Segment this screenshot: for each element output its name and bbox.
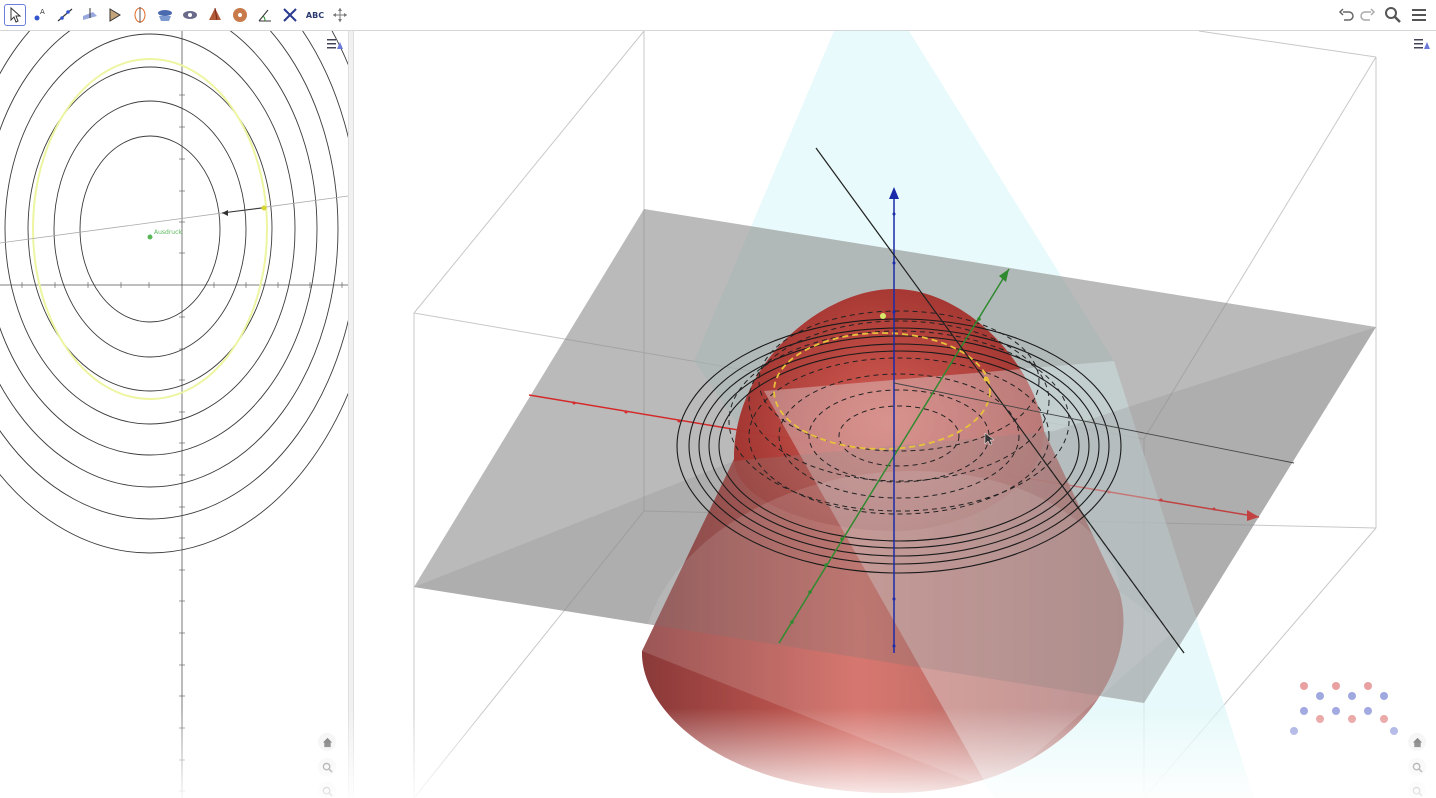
search-button[interactable] (1382, 4, 1404, 26)
line-tool-button[interactable] (54, 4, 76, 26)
cursor-arrow-icon (10, 6, 22, 23)
home-button-3d[interactable] (1408, 733, 1426, 751)
level-curves (0, 31, 348, 554)
redo-icon (1360, 8, 1376, 21)
search-icon (1385, 7, 1401, 23)
undo-button[interactable] (1336, 4, 1358, 26)
home-icon (1412, 737, 1422, 747)
svg-text:A: A (40, 8, 45, 16)
reflect-tool-button[interactable] (279, 4, 301, 26)
rotate-view-icon (333, 8, 347, 22)
zoom-in-button-2d[interactable] (318, 758, 336, 776)
graphics-view-3d[interactable] (354, 31, 1436, 798)
point-tool-button[interactable]: A (29, 4, 51, 26)
redo-button[interactable] (1356, 4, 1378, 26)
zoom-in-button-3d[interactable] (1408, 758, 1426, 776)
polygon-icon (109, 8, 121, 22)
point-on-curve[interactable] (261, 205, 267, 211)
intersect-surfaces-tool-button[interactable] (154, 4, 176, 26)
angle-tool-button[interactable] (254, 4, 276, 26)
point-on-level-curve[interactable] (983, 376, 989, 382)
graphics-2d-canvas: Ausdruck (0, 31, 348, 798)
watermark-logo (1290, 682, 1398, 735)
circle-axis-tool-button[interactable] (129, 4, 151, 26)
zoom-in-icon (322, 762, 333, 773)
text-tool-label: ABC (305, 10, 325, 20)
home-icon (322, 737, 332, 747)
undo-icon (1338, 8, 1354, 21)
point-icon: A (34, 8, 45, 21)
angle-icon (258, 9, 271, 22)
home-button-2d[interactable] (318, 733, 336, 751)
graphics-3d-canvas (413, 31, 1398, 798)
pyramid-tool-button[interactable] (204, 4, 226, 26)
main-menu-button[interactable] (1408, 4, 1430, 26)
sphere-tool-button[interactable] (229, 4, 251, 26)
pyramid-icon (209, 7, 221, 21)
perpendicular-line-tool-button[interactable] (79, 4, 101, 26)
move-tool-button[interactable] (4, 4, 26, 26)
gradient-arrowhead (222, 210, 228, 216)
graphics-view-2d[interactable]: Ausdruck (0, 31, 348, 798)
reflect-icon (283, 8, 297, 22)
style-bar-icon (1414, 39, 1430, 49)
style-bar-toggle-3d[interactable] (1413, 37, 1431, 51)
zoom-in-icon (1412, 762, 1423, 773)
center-point[interactable] (147, 234, 153, 240)
highlighted-level-curve (32, 58, 268, 400)
view-in-front-icon (183, 11, 197, 19)
zoom-out-button-3d[interactable] (1408, 782, 1426, 798)
style-bar-toggle-2d[interactable] (326, 37, 344, 51)
center-point-label: Ausdruck (154, 229, 182, 236)
line-icon (57, 8, 73, 22)
zoom-out-button-2d[interactable] (318, 782, 336, 798)
plane-tool-button[interactable] (179, 4, 201, 26)
circle-axis-icon (134, 7, 146, 23)
menu-icon (1412, 9, 1426, 21)
zoom-out-icon (322, 786, 333, 797)
text-tool-button[interactable]: ABC (304, 4, 326, 26)
perpendicular-line-icon (83, 8, 97, 20)
toolbar: A ABC (0, 0, 1436, 31)
rotate-view-tool-button[interactable] (329, 4, 351, 26)
polygon-tool-button[interactable] (104, 4, 126, 26)
intersect-surfaces-icon (158, 10, 172, 21)
sphere-icon (233, 8, 247, 22)
style-bar-icon (327, 39, 343, 49)
zoom-out-icon (1412, 786, 1423, 797)
point-on-surface[interactable] (880, 313, 886, 319)
